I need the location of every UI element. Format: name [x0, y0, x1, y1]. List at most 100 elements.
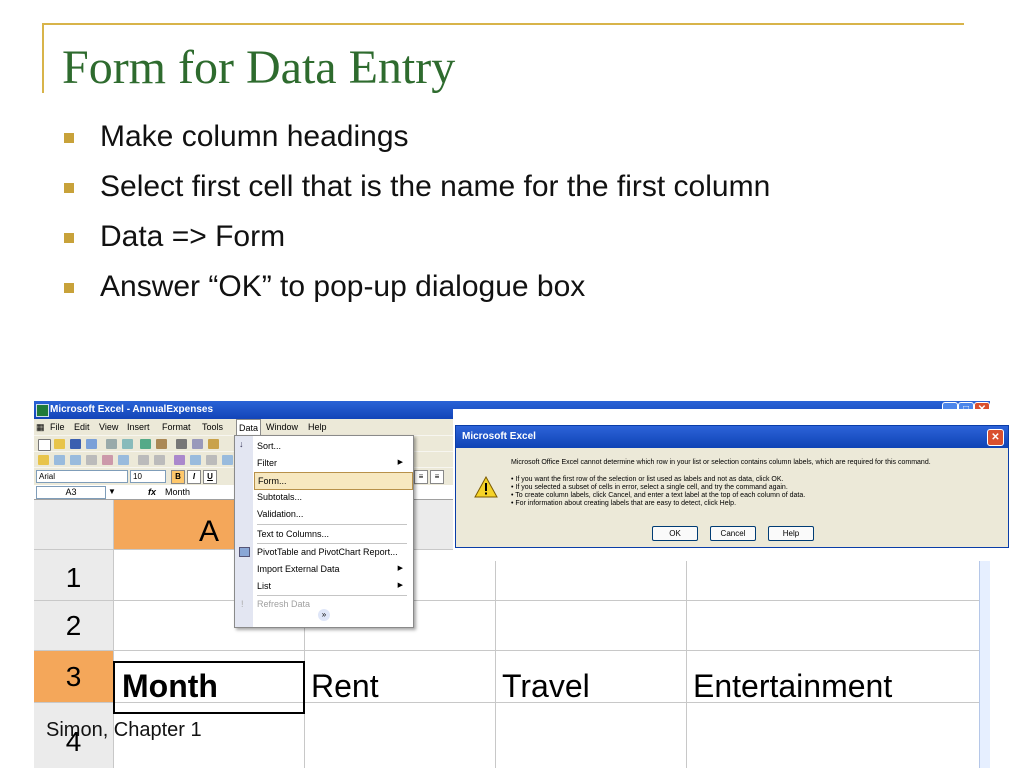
dialog-close-icon[interactable]: ✕	[987, 429, 1004, 446]
review-icon[interactable]	[190, 455, 201, 465]
ok-button[interactable]: OK	[652, 526, 698, 541]
menu-icon-strip	[235, 436, 253, 627]
cut-icon[interactable]	[176, 439, 187, 449]
name-box-dropdown-icon[interactable]: ▼	[108, 485, 116, 499]
menu-item-filter-label: Filter	[257, 458, 277, 468]
underline-button[interactable]: U	[203, 470, 217, 484]
refresh-icon: !	[241, 599, 244, 609]
expand-menu-chevron-icon[interactable]: »	[318, 609, 330, 621]
dialog-bullet-list: • If you want the first row of the selec…	[511, 476, 1003, 508]
menu-item-form[interactable]: Form...	[254, 472, 413, 490]
review-icon[interactable]	[174, 455, 185, 465]
folder-icon[interactable]	[38, 455, 49, 465]
row-header-2[interactable]: 2	[34, 601, 113, 650]
menu-item-text-to-columns[interactable]: Text to Columns...	[257, 526, 407, 542]
warning-icon	[474, 476, 498, 498]
research-icon[interactable]	[156, 439, 167, 449]
menu-item-pivottable[interactable]: PivotTable and PivotChart Report...	[257, 544, 407, 560]
paste-icon[interactable]	[208, 439, 219, 449]
review-icon[interactable]	[102, 455, 113, 465]
save-icon[interactable]	[70, 439, 81, 449]
menu-tools[interactable]: Tools	[202, 419, 223, 435]
review-icon[interactable]	[54, 455, 65, 465]
spelling-icon[interactable]	[140, 439, 151, 449]
cancel-button[interactable]: Cancel	[710, 526, 756, 541]
cell-c3[interactable]: Travel	[502, 668, 590, 705]
menu-edit[interactable]: Edit	[74, 419, 90, 435]
bullet-square-icon	[64, 183, 74, 193]
menu-window[interactable]: Window	[266, 419, 298, 435]
menu-insert[interactable]: Insert	[127, 419, 150, 435]
menu-item-list-label: List	[257, 581, 272, 591]
slide-decoration-line	[42, 23, 964, 25]
decrease-indent-button[interactable]: ≡	[414, 470, 428, 484]
menu-file[interactable]: File	[50, 419, 65, 435]
cell-b3[interactable]: Rent	[311, 668, 379, 705]
review-icon[interactable]	[206, 455, 217, 465]
name-box[interactable]: A3	[36, 486, 106, 499]
excel-window-title: Microsoft Excel - AnnualExpenses	[50, 404, 214, 415]
review-icon[interactable]	[154, 455, 165, 465]
bold-button[interactable]: B	[171, 470, 185, 484]
print-icon[interactable]	[106, 439, 117, 449]
row-header-1[interactable]: 1	[34, 550, 113, 600]
dialog-bullet: • To create column labels, click Cancel,…	[511, 492, 806, 499]
submenu-arrow-icon: ▶	[397, 565, 403, 572]
dialog-title: Microsoft Excel	[462, 431, 536, 442]
bullet-square-icon	[64, 133, 74, 143]
bullet-text: Make column headings	[100, 120, 409, 153]
dialog-bullet: • If you selected a subset of cells in e…	[511, 484, 788, 491]
menu-data[interactable]: Data	[236, 419, 262, 436]
menu-format[interactable]: Format	[162, 419, 191, 435]
menu-sheet-icon: ▦	[36, 422, 45, 432]
dialog-title-bar: Microsoft Excel ✕	[456, 426, 1008, 448]
sort-icon: ↓	[239, 439, 244, 449]
bullet-item: Make column headings	[62, 120, 852, 154]
new-icon[interactable]	[38, 439, 51, 451]
menu-item-list[interactable]: List ▶	[257, 578, 407, 594]
menu-item-sort[interactable]: Sort...	[257, 438, 407, 454]
submenu-arrow-icon: ▶	[397, 459, 403, 466]
review-icon[interactable]	[118, 455, 129, 465]
permission-icon[interactable]	[86, 439, 97, 449]
excel-alert-dialog: Microsoft Excel ✕ Microsoft Office Excel…	[455, 425, 1009, 548]
bullet-square-icon	[64, 283, 74, 293]
increase-indent-button[interactable]: ≡	[430, 470, 444, 484]
menu-item-validation[interactable]: Validation...	[257, 506, 407, 522]
bullet-text: Answer “OK” to pop-up dialogue box	[100, 270, 586, 303]
bullet-square-icon	[64, 233, 74, 243]
cell-a3[interactable]: Month	[122, 668, 218, 705]
grid-line	[34, 600, 990, 601]
formula-value[interactable]: Month	[165, 485, 190, 499]
cell-d3[interactable]: Entertainment	[693, 668, 892, 705]
copy-icon[interactable]	[192, 439, 203, 449]
data-dropdown-menu: ↓ Sort... Filter ▶ Form... Subtotals... V…	[234, 435, 414, 628]
review-icon[interactable]	[222, 455, 233, 465]
menu-item-filter[interactable]: Filter ▶	[257, 455, 407, 471]
bullet-text: Select first cell that is the name for t…	[100, 170, 771, 203]
menu-item-subtotals[interactable]: Subtotals...	[257, 489, 407, 505]
fx-icon[interactable]: fx	[148, 485, 156, 499]
open-icon[interactable]	[54, 439, 65, 449]
slide-title: Form for Data Entry	[62, 41, 456, 94]
font-name-box[interactable]: Arial	[36, 470, 128, 483]
print-preview-icon[interactable]	[122, 439, 133, 449]
bullet-list: Make column headings Select first cell t…	[62, 120, 852, 320]
menu-item-refresh-data: Refresh Data	[257, 599, 311, 609]
review-icon[interactable]	[86, 455, 97, 465]
menu-item-import-label: Import External Data	[257, 564, 340, 574]
review-icon[interactable]	[70, 455, 81, 465]
help-button[interactable]: Help	[768, 526, 814, 541]
dialog-bullet: • If you want the first row of the selec…	[511, 476, 784, 483]
menu-view[interactable]: View	[99, 419, 118, 435]
dialog-bullet: • For information about creating labels …	[511, 500, 737, 507]
row-header-3[interactable]: 3	[34, 651, 113, 702]
select-all-corner[interactable]	[34, 500, 113, 549]
pivottable-icon	[239, 547, 250, 557]
italic-button[interactable]: I	[187, 470, 201, 484]
dialog-message: Microsoft Office Excel cannot determine …	[511, 459, 931, 466]
review-icon[interactable]	[138, 455, 149, 465]
menu-item-import-external-data[interactable]: Import External Data ▶	[257, 561, 407, 577]
font-size-box[interactable]: 10	[130, 470, 166, 483]
menu-help[interactable]: Help	[308, 419, 327, 435]
